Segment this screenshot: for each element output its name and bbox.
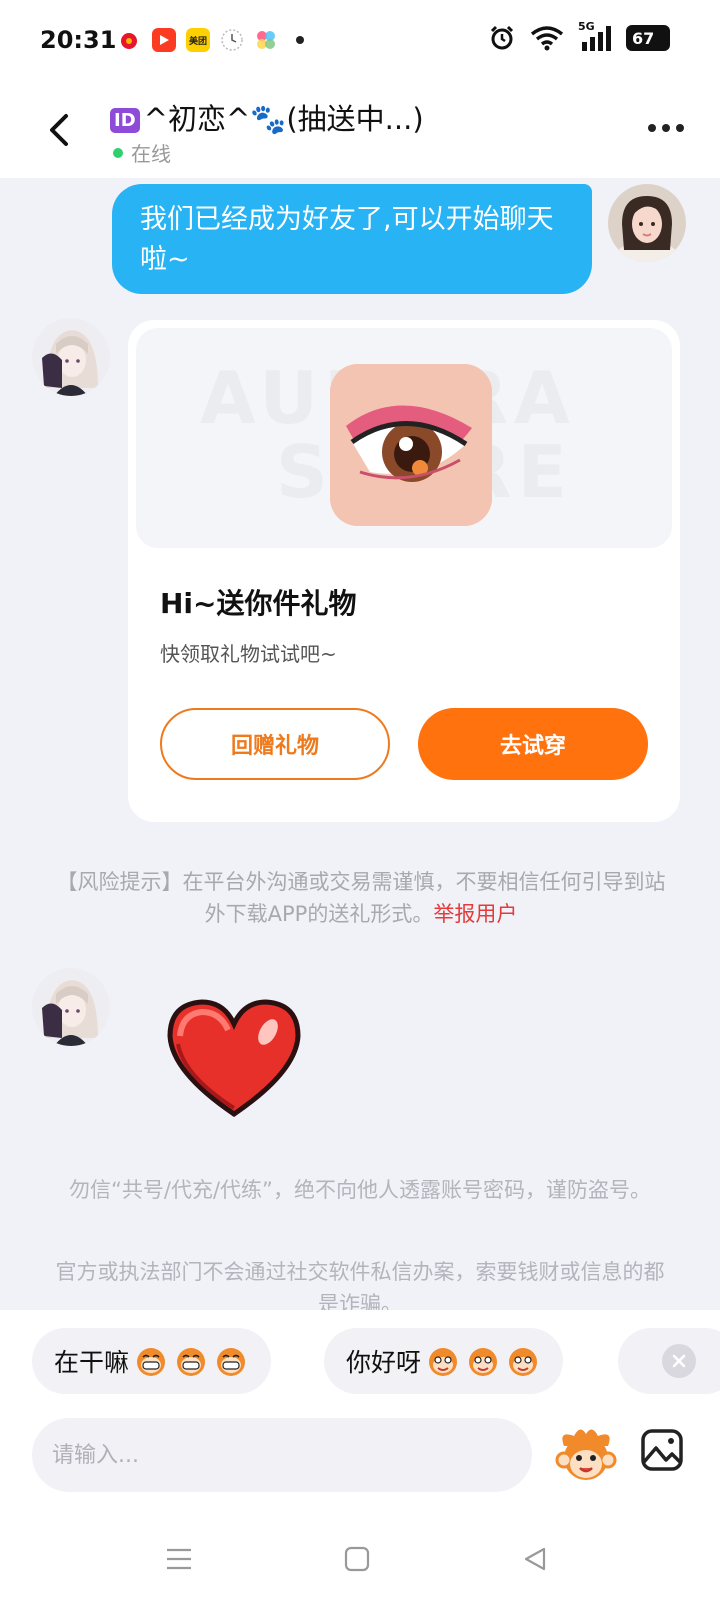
system-notice-account: 勿信“共号/代充/代练”，绝不向他人透露账号密码，谨防盗号。	[69, 1178, 651, 1202]
try-on-button[interactable]: 去试穿	[418, 708, 648, 780]
image-picker-button[interactable]	[640, 1428, 684, 1472]
composer-panel: 在干嘛 你好呀	[0, 1310, 720, 1604]
close-quick-replies-button[interactable]	[662, 1344, 696, 1378]
battery-level: 67	[632, 28, 655, 48]
system-nav-bar	[0, 1516, 720, 1604]
monkey-emoji-icon	[469, 1348, 498, 1376]
status-app-icons: 美团	[118, 28, 304, 52]
emoji-button[interactable]	[554, 1422, 618, 1486]
contact-avatar[interactable]	[32, 968, 110, 1046]
quick-reply-chip[interactable]: 在干嘛	[32, 1328, 272, 1394]
gift-item-image	[330, 364, 492, 526]
quick-reply-label: 你好呀	[346, 1348, 422, 1377]
monkey-emoji-icon	[429, 1348, 458, 1376]
weibo-icon	[118, 28, 142, 52]
notification-dot-icon	[296, 36, 304, 44]
status-bar: 20:31 美团 5G 67	[0, 0, 720, 84]
chat-title[interactable]: ID ^初恋^🐾(抽送中...)	[110, 96, 424, 138]
back-nav-button[interactable]	[520, 1544, 550, 1574]
meituan-icon: 美团	[186, 28, 210, 52]
cell-signal-icon: 5G	[578, 20, 612, 52]
home-nav-button[interactable]	[342, 1544, 372, 1574]
chevron-left-icon	[50, 114, 68, 146]
return-gift-button[interactable]: 回赠礼物	[160, 708, 390, 780]
square-icon	[344, 1546, 370, 1572]
monkey-emoji-icon	[137, 1348, 166, 1376]
battery-indicator: 67	[626, 25, 670, 51]
risk-warning: 【风险提示】在平台外沟通或交易需谨慎，不要相信任何引导到站外下载APP的送礼形式…	[56, 866, 666, 930]
video-app-icon	[152, 28, 176, 52]
wifi-icon	[530, 26, 564, 51]
menu-icon	[167, 1548, 191, 1570]
more-dot	[648, 124, 656, 132]
contact-name: ^初恋^🐾(抽送中...)	[143, 102, 424, 136]
id-badge-icon: ID	[110, 108, 140, 133]
more-options-button[interactable]	[648, 124, 684, 132]
online-status-text: 在线	[131, 142, 171, 166]
gift-card[interactable]: AURORA STORE Hi~送你件礼物 快领取礼物试试吧~ 回赠礼物 去试穿	[128, 320, 680, 822]
heart-icon	[167, 999, 301, 1118]
gift-banner: AURORA STORE	[136, 328, 672, 548]
heart-sticker[interactable]	[164, 996, 304, 1120]
quick-reply-label: 在干嘛	[54, 1348, 130, 1377]
status-indicators: 5G 67	[488, 20, 670, 52]
close-icon	[672, 1354, 686, 1368]
quick-reply-bar[interactable]: 在干嘛 你好呀	[0, 1328, 720, 1400]
my-avatar[interactable]	[608, 184, 686, 262]
alarm-icon	[490, 25, 514, 50]
contact-avatar[interactable]	[32, 318, 110, 396]
menu-nav-button[interactable]	[164, 1544, 194, 1574]
status-time: 20:31	[40, 26, 117, 54]
triangle-back-icon	[524, 1547, 546, 1571]
online-dot-icon	[113, 147, 123, 158]
quick-reply-chip[interactable]: 你好呀	[324, 1328, 564, 1394]
more-dot	[676, 124, 684, 132]
back-button[interactable]	[40, 108, 80, 152]
online-status: 在线	[113, 138, 171, 167]
monkey-emoji-icon	[217, 1348, 246, 1376]
gallery-app-icon	[254, 28, 278, 52]
gift-subtitle: 快领取礼物试试吧~	[160, 642, 337, 666]
risk-warning-text: 【风险提示】在平台外沟通或交易需谨慎，不要相信任何引导到站外下载APP的送礼形式…	[56, 870, 666, 926]
monkey-emoji-icon	[555, 1429, 617, 1480]
clock-app-icon	[220, 28, 244, 52]
report-user-link[interactable]: 举报用户	[433, 902, 517, 926]
gift-title: Hi~送你件礼物	[160, 587, 357, 620]
image-icon	[641, 1429, 683, 1471]
more-dot	[662, 124, 670, 132]
friend-added-message[interactable]: 我们已经成为好友了,可以开始聊天啦~	[112, 184, 592, 294]
message-input[interactable]	[32, 1418, 532, 1492]
chat-header: ID ^初恋^🐾(抽送中...) 在线	[0, 84, 720, 178]
monkey-emoji-icon	[177, 1348, 206, 1376]
monkey-emoji-icon	[509, 1348, 538, 1376]
